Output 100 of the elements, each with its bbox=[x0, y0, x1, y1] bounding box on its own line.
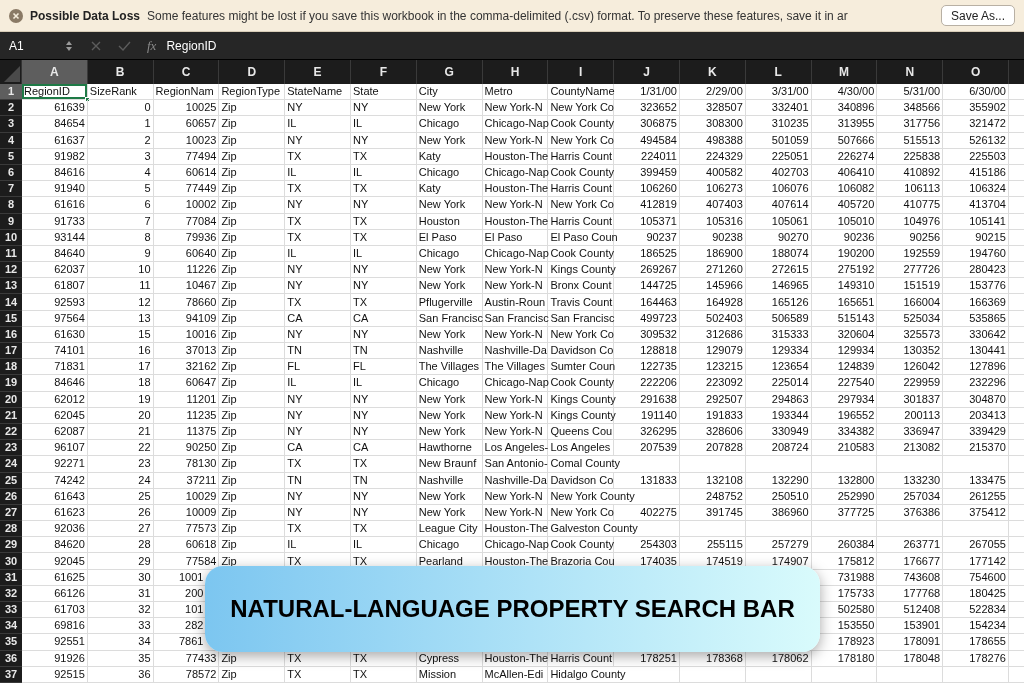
row-header[interactable]: 34 bbox=[0, 618, 22, 635]
table-cell[interactable]: 225503 bbox=[943, 148, 1009, 165]
table-cell[interactable]: NY bbox=[285, 488, 351, 505]
table-cell[interactable]: 61703 bbox=[54, 604, 85, 616]
table-cell[interactable]: 743608 bbox=[903, 571, 941, 583]
table-cell[interactable]: NY bbox=[285, 391, 351, 408]
table-cell[interactable]: New York-N bbox=[482, 391, 549, 408]
table-cell[interactable]: 13 bbox=[87, 310, 154, 327]
table-cell[interactable]: 294863 bbox=[745, 391, 812, 408]
table-cell[interactable]: 35 bbox=[87, 650, 154, 667]
table-cell[interactable]: 310235 bbox=[745, 116, 812, 133]
table-cell[interactable]: IL bbox=[351, 116, 417, 133]
table-cell[interactable]: New York bbox=[416, 407, 483, 424]
table-cell[interactable]: 308300 bbox=[679, 116, 746, 133]
table-cell[interactable]: McAllen-Edi bbox=[482, 666, 549, 683]
table-cell[interactable]: 24 bbox=[87, 472, 154, 489]
table-cell[interactable]: Zip bbox=[219, 488, 286, 505]
table-cell[interactable]: 526132 bbox=[943, 132, 1009, 149]
table-cell[interactable]: 177768 bbox=[903, 587, 941, 599]
table-cell[interactable]: 74242 bbox=[22, 472, 88, 489]
table-cell[interactable]: 62012 bbox=[22, 391, 88, 408]
table-cell[interactable]: 78130 bbox=[153, 456, 220, 473]
table-cell[interactable]: 3 bbox=[87, 148, 154, 165]
row-header[interactable]: 28 bbox=[0, 521, 22, 538]
table-cell[interactable]: 313955 bbox=[811, 116, 878, 133]
table-cell[interactable]: CA bbox=[285, 310, 351, 327]
table-cell[interactable]: 92593 bbox=[22, 294, 88, 311]
table-cell[interactable]: 257034 bbox=[877, 488, 944, 505]
table-cell[interactable]: Davidson Co bbox=[548, 472, 615, 489]
table-cell[interactable]: Mission bbox=[416, 666, 483, 683]
table-cell[interactable]: 31 bbox=[138, 587, 151, 599]
table-cell[interactable]: 105141 bbox=[943, 213, 1009, 230]
table-cell[interactable]: 225014 bbox=[745, 375, 812, 392]
table-cell[interactable]: New York bbox=[416, 132, 483, 149]
table-cell[interactable]: 301837 bbox=[877, 391, 944, 408]
table-cell[interactable]: Zip bbox=[219, 310, 286, 327]
table-cell[interactable]: 180425 bbox=[969, 587, 1006, 599]
table-cell[interactable]: Zip bbox=[219, 472, 286, 489]
table-cell[interactable]: 78660 bbox=[153, 294, 220, 311]
table-cell[interactable]: New Braunf bbox=[416, 456, 483, 473]
table-cell[interactable]: 84646 bbox=[22, 375, 88, 392]
table-cell[interactable]: 92551 bbox=[54, 636, 85, 648]
table-cell[interactable]: 175812 bbox=[811, 553, 878, 570]
table-cell[interactable]: 535865 bbox=[943, 310, 1009, 327]
table-cell[interactable]: 229959 bbox=[877, 375, 944, 392]
table-cell[interactable]: 522834 bbox=[969, 604, 1006, 616]
save-as-button[interactable]: Save As... bbox=[940, 5, 1015, 26]
table-cell[interactable]: 33 bbox=[138, 620, 151, 632]
table-cell[interactable]: Zip bbox=[219, 229, 286, 246]
table-cell[interactable]: 731988 bbox=[823, 571, 875, 583]
table-cell[interactable]: 166369 bbox=[943, 294, 1009, 311]
table-cell[interactable]: 78572 bbox=[153, 666, 220, 683]
table-cell[interactable]: 196552 bbox=[811, 407, 878, 424]
table-cell[interactable]: 94109 bbox=[153, 310, 220, 327]
table-cell[interactable]: 494584 bbox=[614, 132, 680, 149]
table-cell[interactable]: 90256 bbox=[877, 229, 944, 246]
table-cell[interactable]: 223092 bbox=[679, 375, 746, 392]
table-cell[interactable]: NY bbox=[351, 132, 417, 149]
table-cell[interactable]: Harris Count bbox=[548, 213, 615, 230]
table-cell[interactable]: 131833 bbox=[614, 472, 680, 489]
table-cell[interactable]: 105316 bbox=[679, 213, 746, 230]
table-cell[interactable]: New York-N bbox=[482, 197, 549, 214]
table-cell[interactable]: 177142 bbox=[943, 553, 1009, 570]
table-cell[interactable]: 1 bbox=[87, 116, 154, 133]
table-cell[interactable]: 60647 bbox=[153, 375, 220, 392]
table-cell[interactable]: 178180 bbox=[811, 650, 878, 667]
table-cell[interactable]: 515513 bbox=[877, 132, 944, 149]
table-cell[interactable]: 178923 bbox=[823, 636, 875, 648]
table-cell[interactable]: 1001 bbox=[178, 571, 204, 583]
table-cell[interactable]: 165651 bbox=[811, 294, 878, 311]
table-cell[interactable]: 61616 bbox=[22, 197, 88, 214]
table-cell[interactable]: 225051 bbox=[745, 148, 812, 165]
table-cell[interactable]: Cook County bbox=[548, 116, 615, 133]
table-cell[interactable]: NY bbox=[351, 197, 417, 214]
table-cell[interactable]: Harris Count bbox=[548, 148, 615, 165]
table-cell[interactable]: New York bbox=[416, 197, 483, 214]
table-cell[interactable]: Katy bbox=[416, 148, 483, 165]
table-cell[interactable]: 525034 bbox=[877, 310, 944, 327]
table-cell[interactable]: 222206 bbox=[614, 375, 680, 392]
table-cell[interactable]: 10002 bbox=[153, 197, 220, 214]
table-cell[interactable]: 10023 bbox=[153, 132, 220, 149]
table-cell[interactable]: TX bbox=[351, 666, 417, 683]
table-cell[interactable]: TX bbox=[285, 666, 351, 683]
table-cell[interactable]: Chicago-Nap bbox=[482, 116, 549, 133]
row-header[interactable]: 33 bbox=[0, 602, 22, 619]
table-cell[interactable]: New York Co bbox=[548, 132, 615, 149]
table-cell[interactable]: 93144 bbox=[22, 229, 88, 246]
table-cell[interactable]: 200 bbox=[185, 587, 204, 599]
table-cell[interactable]: Kings County bbox=[548, 407, 615, 424]
table-cell[interactable]: NY bbox=[351, 488, 417, 505]
table-cell[interactable]: Austin-Roun bbox=[482, 294, 549, 311]
table-cell[interactable]: 2 bbox=[87, 132, 154, 149]
table-cell[interactable]: 507666 bbox=[811, 132, 878, 149]
table-cell[interactable]: Zip bbox=[219, 407, 286, 424]
table-cell[interactable]: 84654 bbox=[22, 116, 88, 133]
row-header[interactable]: 35 bbox=[0, 634, 22, 651]
table-cell[interactable]: TX bbox=[351, 294, 417, 311]
table-cell[interactable]: 498388 bbox=[679, 132, 746, 149]
table-cell[interactable]: 164463 bbox=[614, 294, 680, 311]
row-header[interactable]: 23 bbox=[0, 440, 22, 457]
